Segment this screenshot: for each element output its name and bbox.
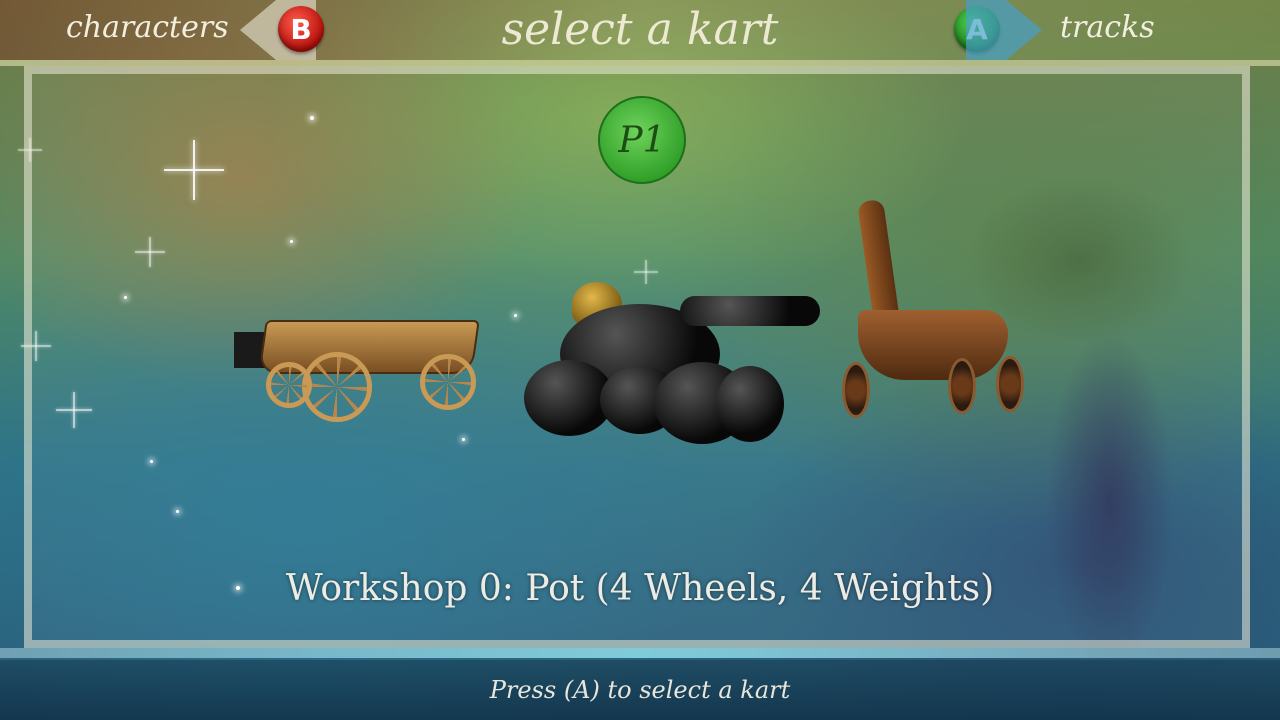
wheel-icon bbox=[996, 356, 1024, 412]
selected-kart-label: Workshop 0: Pot (4 Wheels, 4 Weights) bbox=[285, 568, 995, 609]
player-one-badge: P1 bbox=[598, 96, 686, 184]
kart-option-wagon[interactable] bbox=[232, 290, 480, 422]
kart-option-viking-boat[interactable] bbox=[838, 198, 1024, 420]
wheel-icon bbox=[842, 362, 870, 418]
boat-hull bbox=[858, 310, 1008, 380]
wheel-icon bbox=[420, 354, 476, 410]
kart-option-pot[interactable] bbox=[520, 282, 830, 444]
footer-divider bbox=[0, 648, 1280, 658]
pot-wheel bbox=[716, 366, 784, 442]
wheel-icon bbox=[948, 358, 976, 414]
nav-next-tracks[interactable]: tracks bbox=[1060, 10, 1155, 45]
right-arrow-tab bbox=[966, 0, 1006, 60]
wheel-icon bbox=[266, 362, 312, 408]
right-arrow-icon bbox=[1006, 0, 1042, 60]
wheel-icon bbox=[302, 352, 372, 422]
pot-arm bbox=[680, 296, 820, 326]
footer-hint: Press (A) to select a kart bbox=[489, 676, 791, 704]
